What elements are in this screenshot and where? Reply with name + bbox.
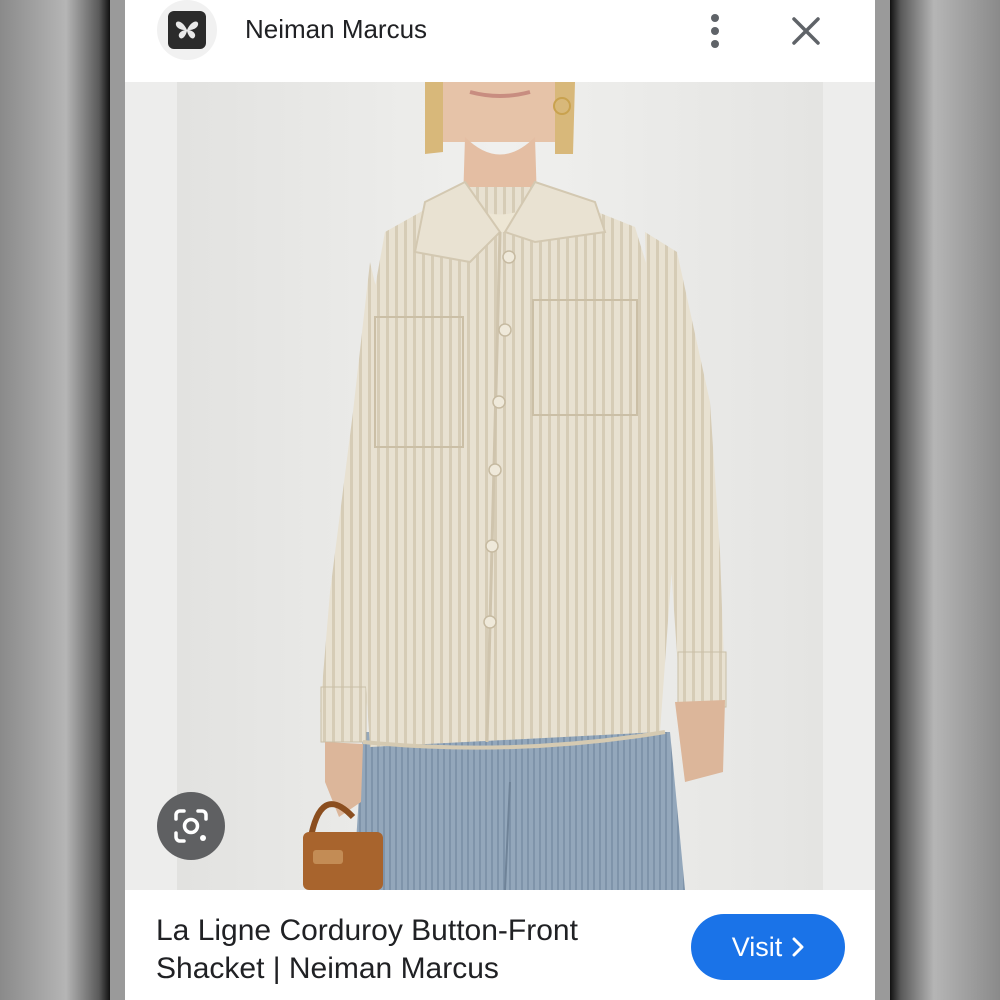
preview-header: Neiman Marcus <box>125 0 875 80</box>
source-name: Neiman Marcus <box>245 14 428 44</box>
visit-button[interactable]: Visit <box>691 914 845 980</box>
butterfly-icon <box>168 11 206 49</box>
close-button[interactable] <box>785 10 827 52</box>
lens-search-icon <box>174 809 208 843</box>
product-photo-illustration <box>125 82 875 890</box>
result-title-line-2: Shacket | Neiman Marcus <box>156 952 499 985</box>
more-vertical-icon <box>711 14 719 48</box>
more-options-button[interactable] <box>699 10 731 52</box>
lens-search-button[interactable] <box>157 792 225 860</box>
visit-button-label: Visit <box>731 931 783 962</box>
source-logo[interactable] <box>157 0 217 60</box>
chevron-right-icon <box>792 937 804 957</box>
result-preview-panel: Neiman Marcus La Ligne Corduroy Button-F… <box>125 0 875 1000</box>
result-title[interactable]: La Ligne Corduroy Button-Front Shacket |… <box>156 912 626 988</box>
device-bezel-right <box>890 0 1000 1000</box>
device-bezel-left <box>0 0 110 1000</box>
close-icon <box>792 17 820 45</box>
product-image[interactable] <box>125 82 875 890</box>
result-title-line-1: La Ligne Corduroy Button-Front <box>156 914 578 947</box>
